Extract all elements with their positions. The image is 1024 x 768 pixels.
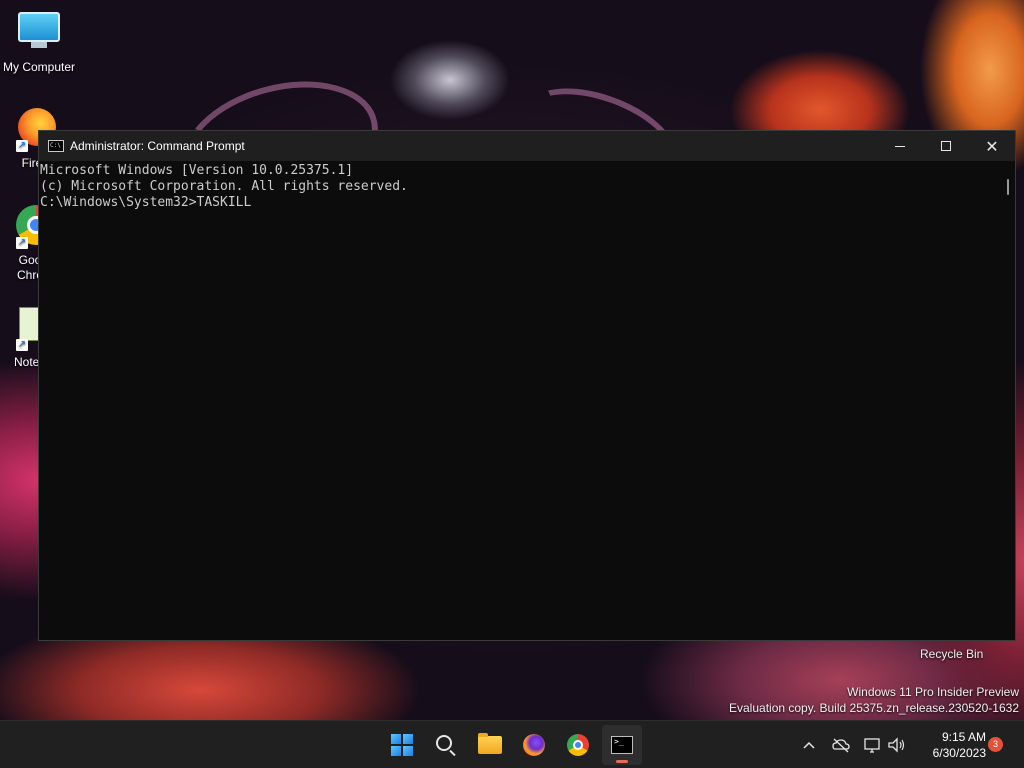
window-title: Administrator: Command Prompt [70, 139, 245, 153]
active-app-indicator [616, 760, 628, 763]
close-icon: ✕ [985, 136, 999, 156]
minimize-icon [895, 145, 905, 147]
computer-icon [17, 12, 61, 56]
desktop-icon-label: My Computer [2, 60, 76, 74]
chrome-icon [567, 734, 589, 756]
taskbar: >_ 9:15 AM 6/30/2023 3 [0, 720, 1024, 768]
console-line: (c) Microsoft Corporation. All rights re… [40, 179, 408, 194]
show-hidden-icons-chevron-icon[interactable] [798, 735, 820, 755]
console-line: Microsoft Windows [Version 10.0.25375.1] [40, 163, 354, 178]
search-icon [436, 735, 452, 751]
shortcut-arrow-icon: ↗ [16, 140, 28, 152]
window-titlebar[interactable]: C:\ Administrator: Command Prompt ✕ [39, 131, 1015, 161]
firefox-icon [523, 734, 545, 756]
recycle-bin-label[interactable]: Recycle Bin [920, 647, 1024, 661]
console-prompt-line: C:\Windows\System32>TASKILL [40, 195, 252, 210]
command-prompt-taskbar-button[interactable]: >_ [602, 725, 642, 765]
desktop-icon-my-computer[interactable]: My Computer [0, 8, 78, 74]
shortcut-arrow-icon: ↗ [16, 237, 28, 249]
firefox-icon: ↗ [2, 108, 56, 152]
file-explorer-button[interactable] [470, 725, 510, 765]
volume-icon[interactable] [886, 735, 908, 755]
notepad-icon: ↗ [2, 307, 43, 351]
minimize-button[interactable] [877, 131, 923, 161]
chrome-taskbar-button[interactable] [558, 725, 598, 765]
notification-badge[interactable]: 3 [988, 737, 1003, 752]
onedrive-offline-icon[interactable] [830, 735, 852, 755]
console-output[interactable]: Microsoft Windows [Version 10.0.25375.1]… [39, 161, 997, 640]
clock-date: 6/30/2023 [932, 746, 986, 760]
watermark-line-build: Evaluation copy. Build 25375.zn_release.… [729, 701, 1019, 715]
vertical-scrollbar[interactable] [997, 161, 1015, 640]
scrollbar-thumb[interactable] [1007, 179, 1009, 195]
windows-logo-icon [391, 734, 413, 756]
chrome-icon: ↗ [2, 205, 56, 249]
maximize-button[interactable] [923, 131, 969, 161]
command-prompt-window[interactable]: C:\ Administrator: Command Prompt ✕ Micr… [38, 130, 1016, 641]
system-tray [798, 721, 908, 768]
clock[interactable]: 9:15 AM 6/30/2023 [916, 729, 986, 761]
close-button[interactable]: ✕ [969, 131, 1015, 161]
clock-time: 9:15 AM [941, 730, 986, 744]
search-button[interactable] [426, 725, 466, 765]
watermark-line-edition: Windows 11 Pro Insider Preview [847, 685, 1019, 699]
shortcut-arrow-icon: ↗ [16, 339, 28, 351]
terminal-icon: >_ [611, 736, 633, 754]
maximize-icon [941, 141, 951, 151]
network-icon[interactable] [862, 735, 884, 755]
start-button[interactable] [382, 725, 422, 765]
folder-icon [478, 733, 502, 754]
windows-watermark: Windows 11 Pro Insider Preview Evaluatio… [729, 684, 1019, 716]
firefox-taskbar-button[interactable] [514, 725, 554, 765]
command-prompt-icon: C:\ [48, 140, 64, 152]
